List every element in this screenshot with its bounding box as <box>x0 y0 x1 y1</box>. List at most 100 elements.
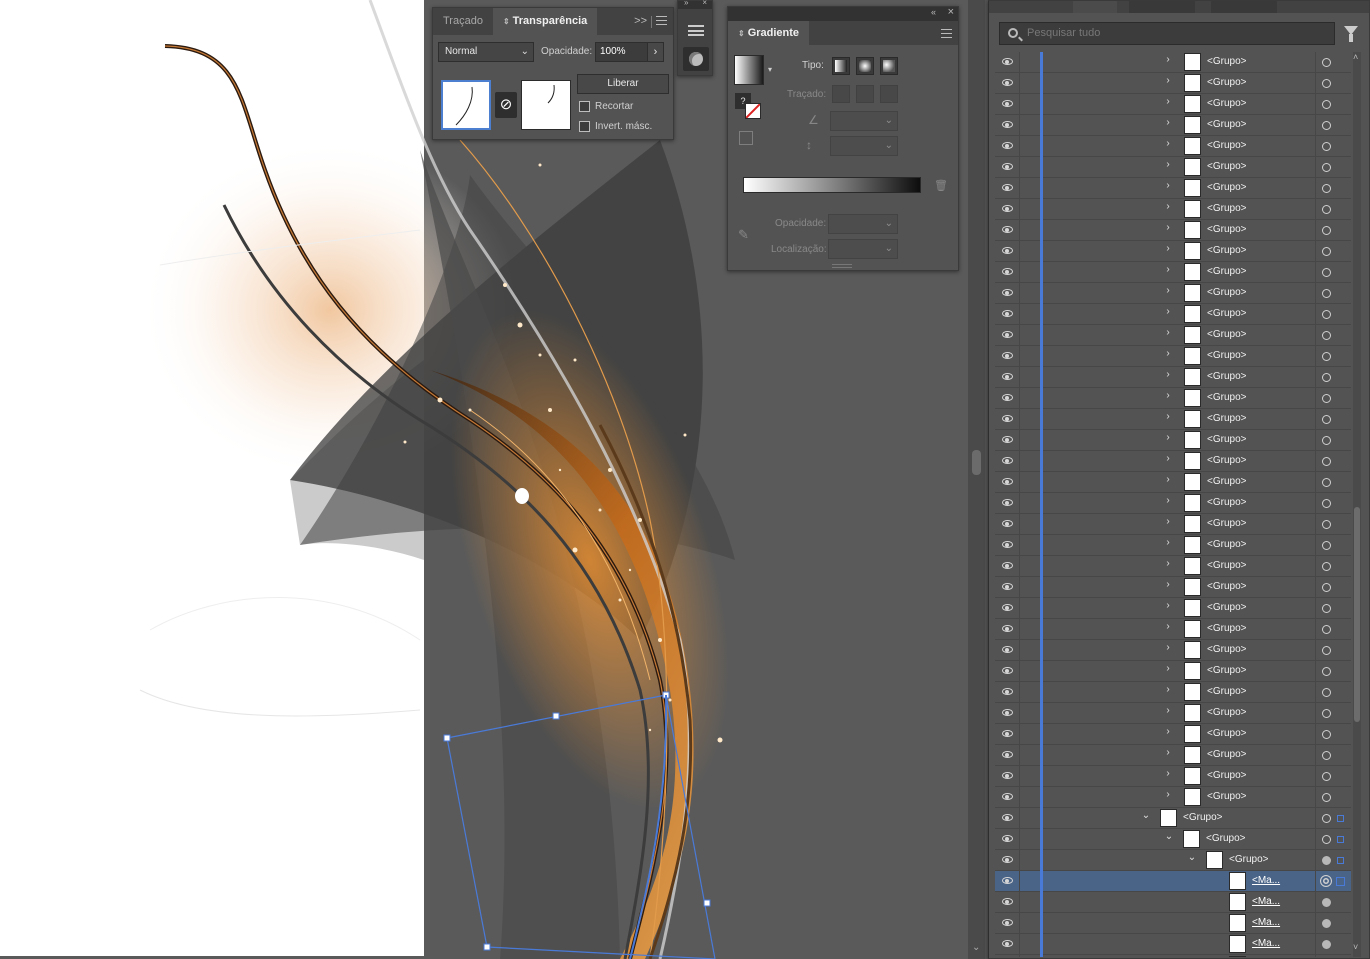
layer-row-group[interactable]: › <Grupo> <box>995 262 1351 283</box>
target-circle-icon[interactable] <box>1322 730 1331 739</box>
clip-checkbox[interactable] <box>579 101 590 112</box>
eye-icon[interactable] <box>1002 772 1013 779</box>
chevron-right-icon[interactable]: › <box>1163 684 1173 695</box>
chevron-down-icon[interactable]: ▾ <box>768 65 772 74</box>
layer-row-group-expanded[interactable]: ⌄ <Grupo> <box>995 808 1351 829</box>
target-circle-icon[interactable] <box>1322 142 1331 151</box>
target-circle-icon[interactable] <box>1322 520 1331 529</box>
target-circle-icon[interactable] <box>1322 646 1331 655</box>
selection-square-icon[interactable] <box>1336 877 1345 886</box>
eye-icon[interactable] <box>1002 331 1013 338</box>
eye-icon[interactable] <box>1002 457 1013 464</box>
chevron-right-icon[interactable]: › <box>1163 411 1173 422</box>
chevron-right-icon[interactable]: › <box>1163 495 1173 506</box>
layer-row-mask[interactable]: <Ma... <box>995 913 1351 934</box>
eyedropper-icon[interactable]: ✎ <box>738 227 749 243</box>
delete-stop-icon[interactable]: 🗑 <box>934 179 948 192</box>
chevron-right-icon[interactable]: › <box>1163 369 1173 380</box>
target-circle-icon[interactable] <box>1322 268 1331 277</box>
layer-row-group[interactable]: › <Grupo> <box>995 514 1351 535</box>
target-circle-icon[interactable] <box>1322 793 1331 802</box>
chain-link-icon[interactable]: ⊘ <box>495 92 517 118</box>
layer-row-group[interactable]: › <Grupo> <box>995 409 1351 430</box>
target-circle-icon[interactable] <box>1322 58 1331 67</box>
layer-row-group[interactable]: › <Grupo> <box>995 304 1351 325</box>
layer-row-group[interactable]: › <Grupo> <box>995 178 1351 199</box>
chevron-right-icon[interactable]: › <box>1163 558 1173 569</box>
layer-row-group[interactable]: › <Grupo> <box>995 346 1351 367</box>
layer-row-group[interactable]: › <Grupo> <box>995 745 1351 766</box>
layer-row-group[interactable]: › <Grupo> <box>995 661 1351 682</box>
eye-icon[interactable] <box>1002 730 1013 737</box>
layer-row-group[interactable]: › <Grupo> <box>995 577 1351 598</box>
chevron-down-icon[interactable]: ⌄ <box>1187 852 1197 863</box>
target-circle-icon[interactable] <box>1322 835 1331 844</box>
target-circle-icon[interactable] <box>1322 751 1331 760</box>
layer-row-group[interactable]: › <Grupo> <box>995 430 1351 451</box>
eye-icon[interactable] <box>1002 856 1013 863</box>
eye-icon[interactable] <box>1002 625 1013 632</box>
gradient-editor-icon[interactable] <box>739 131 753 145</box>
layer-row-mask[interactable]: <Ma... <box>995 871 1351 892</box>
target-circle-icon[interactable] <box>1322 772 1331 781</box>
layer-row-group-expanded[interactable]: ⌄ <Grupo> <box>995 829 1351 850</box>
target-circle-icon[interactable] <box>1322 940 1331 949</box>
selection-square-icon[interactable] <box>1337 815 1344 822</box>
layer-row-group[interactable]: › <Grupo> <box>995 115 1351 136</box>
tab-tertiary[interactable] <box>1211 1 1277 13</box>
chevron-right-icon[interactable]: › <box>1163 264 1173 275</box>
chevron-right-icon[interactable]: › <box>1163 642 1173 653</box>
eye-icon[interactable] <box>1002 100 1013 107</box>
artwork-thumbnail[interactable] <box>441 80 491 130</box>
chevron-right-icon[interactable]: › <box>1163 54 1173 65</box>
gradient-slider[interactable] <box>743 177 921 193</box>
transparency-panel-icon[interactable] <box>683 47 709 71</box>
eye-icon[interactable] <box>1002 814 1013 821</box>
eye-icon[interactable] <box>1002 520 1013 527</box>
eye-icon[interactable] <box>1002 562 1013 569</box>
stop-location-input[interactable]: ⌄ <box>828 239 898 259</box>
tab-gradient[interactable]: ⇕ Gradiente <box>728 21 810 45</box>
eye-icon[interactable] <box>1002 583 1013 590</box>
layer-row-group[interactable]: › <Grupo> <box>995 157 1351 178</box>
eye-icon[interactable] <box>1002 835 1013 842</box>
target-circle-icon[interactable] <box>1322 205 1331 214</box>
chevron-right-icon[interactable]: › <box>1163 432 1173 443</box>
chevron-right-icon[interactable]: › <box>1163 180 1173 191</box>
layers-vertical-scrollbar[interactable]: ˄ ˅ <box>1353 52 1361 957</box>
chevron-right-icon[interactable]: › <box>1163 747 1173 758</box>
target-circle-icon[interactable] <box>1322 163 1331 172</box>
target-circle-icon[interactable] <box>1322 562 1331 571</box>
target-circle-icon[interactable] <box>1322 373 1331 382</box>
target-circle-icon[interactable] <box>1322 247 1331 256</box>
layer-row-group[interactable]: › <Grupo> <box>995 94 1351 115</box>
eye-icon[interactable] <box>1002 352 1013 359</box>
target-circle-icon[interactable] <box>1322 184 1331 193</box>
target-circle-icon[interactable] <box>1322 688 1331 697</box>
eye-icon[interactable] <box>1002 919 1013 926</box>
target-circle-icon[interactable] <box>1322 394 1331 403</box>
eye-icon[interactable] <box>1002 163 1013 170</box>
eye-icon[interactable] <box>1002 226 1013 233</box>
target-circle-icon[interactable] <box>1322 667 1331 676</box>
layer-row-group[interactable]: › <Grupo> <box>995 787 1351 808</box>
invert-mask-checkbox[interactable] <box>579 121 590 132</box>
target-circle-icon[interactable] <box>1322 604 1331 613</box>
stroke-within-button[interactable] <box>832 85 850 103</box>
chevron-right-icon[interactable]: › <box>1163 348 1173 359</box>
eye-icon[interactable] <box>1002 940 1013 947</box>
target-circle-icon[interactable] <box>1322 121 1331 130</box>
eye-icon[interactable] <box>1002 205 1013 212</box>
layer-row-group[interactable]: › <Grupo> <box>995 199 1351 220</box>
layer-row-group[interactable]: › <Grupo> <box>995 220 1351 241</box>
mask-thumbnail[interactable] <box>521 80 571 130</box>
layer-row-group[interactable]: › <Grupo> <box>995 283 1351 304</box>
layer-row-group[interactable]: › <Grupo> <box>995 451 1351 472</box>
eye-icon[interactable] <box>1002 436 1013 443</box>
chevron-down-icon[interactable]: ⌄ <box>1141 810 1151 821</box>
target-circle-icon[interactable] <box>1322 331 1331 340</box>
chevron-right-icon[interactable]: › <box>1163 789 1173 800</box>
chevron-right-icon[interactable]: › <box>1163 96 1173 107</box>
chevron-right-icon[interactable]: › <box>1163 579 1173 590</box>
linear-gradient-button[interactable] <box>832 57 850 75</box>
